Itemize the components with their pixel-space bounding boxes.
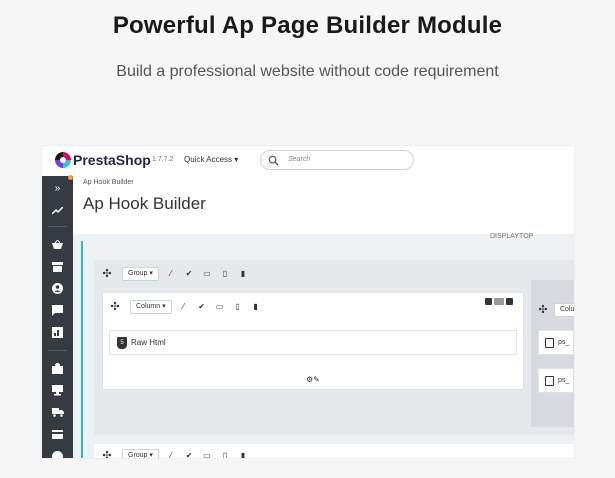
globe-icon[interactable] xyxy=(51,450,64,458)
admin-screenshot: PrestaShop 1.7.7.2 Quick Access ▾ Search… xyxy=(42,146,574,458)
sidebar-divider xyxy=(48,350,67,351)
next-group-toolbar: ✣ Group ▾ ⁄ ✔ ▭ ▯ ▮ xyxy=(100,449,249,458)
group-toolbar: ✣ Group ▾ ⁄ ✔ ▭ ▯ ▮ xyxy=(100,267,249,281)
search-placeholder: Search xyxy=(288,156,311,163)
quick-access-menu[interactable]: Quick Access ▾ xyxy=(184,155,238,164)
prestashop-logo-icon xyxy=(55,152,71,168)
sidebar: » xyxy=(42,176,73,458)
mobile-icon[interactable]: ▮ xyxy=(250,301,262,313)
move-icon[interactable]: ✣ xyxy=(100,267,114,281)
magic-wand-icon[interactable]: ⁄ xyxy=(178,301,190,313)
top-bar: PrestaShop 1.7.7.2 Quick Access ▾ Search xyxy=(42,146,574,176)
messages-icon[interactable] xyxy=(51,304,64,317)
column-width-select[interactable]: Column ▾ xyxy=(130,300,172,314)
sidebar-divider xyxy=(48,226,67,227)
check-icon[interactable]: ✔ xyxy=(196,301,208,313)
move-icon[interactable]: ✣ xyxy=(100,449,114,458)
desktop-icon[interactable]: ▭ xyxy=(201,268,213,280)
tablet-icon[interactable]: ▯ xyxy=(232,301,244,313)
group-width-select[interactable]: Group ▾ xyxy=(122,449,159,458)
tablet-icon[interactable]: ▯ xyxy=(219,268,231,280)
decrease-icon[interactable] xyxy=(485,298,492,305)
search-icon xyxy=(268,155,279,166)
copy-icon xyxy=(545,338,554,348)
store-icon[interactable] xyxy=(51,260,64,273)
puzzle-icon[interactable] xyxy=(51,362,64,375)
hook-name-label: DISPLAYTOP xyxy=(490,233,534,240)
width-indicator-icon xyxy=(494,298,504,305)
side-column-toolbar: ✣ Colu xyxy=(536,303,574,317)
column-settings-icon[interactable]: ⚙✎ xyxy=(306,375,320,384)
hero-title: Powerful Ap Page Builder Module xyxy=(112,12,503,39)
version-label: 1.7.7.2 xyxy=(152,156,174,163)
module-item[interactable]: ps_ xyxy=(538,368,574,393)
check-icon[interactable]: ✔ xyxy=(183,450,195,458)
move-icon[interactable]: ✣ xyxy=(536,303,550,317)
magic-wand-icon[interactable]: ⁄ xyxy=(165,268,177,280)
html5-icon: 5 xyxy=(117,337,127,349)
stats-icon[interactable] xyxy=(51,204,64,217)
module-label: ps_ xyxy=(558,377,570,384)
brand-name: PrestaShop xyxy=(73,152,151,168)
page-title: Ap Hook Builder xyxy=(83,194,206,213)
hook-accent-line xyxy=(81,241,83,458)
expand-menu-icon[interactable]: » xyxy=(51,182,64,195)
chart-icon[interactable] xyxy=(51,326,64,339)
hero-subtitle: Build a professional website without cod… xyxy=(116,63,499,80)
breadcrumb[interactable]: Ap Hook Builder xyxy=(83,179,134,186)
tablet-icon[interactable]: ▯ xyxy=(219,450,231,458)
magic-wand-icon[interactable]: ⁄ xyxy=(165,450,177,458)
column-size-controls[interactable] xyxy=(485,298,513,305)
check-icon[interactable]: ✔ xyxy=(183,268,195,280)
truck-icon[interactable] xyxy=(51,406,64,419)
module-label: ps_ xyxy=(558,339,570,346)
widget-label: Raw Html xyxy=(131,338,166,347)
desktop-icon[interactable]: ▭ xyxy=(214,301,226,313)
monitor-icon[interactable] xyxy=(51,384,64,397)
side-column-select[interactable]: Colu xyxy=(554,303,574,317)
credit-card-icon[interactable] xyxy=(51,428,64,441)
mobile-icon[interactable]: ▮ xyxy=(237,450,249,458)
move-icon[interactable]: ✣ xyxy=(108,300,122,314)
cart-icon[interactable] xyxy=(51,238,64,251)
module-item[interactable]: ps_ xyxy=(538,330,574,355)
group-width-select[interactable]: Group ▾ xyxy=(122,267,159,281)
mobile-icon[interactable]: ▮ xyxy=(237,268,249,280)
notification-badge xyxy=(68,175,73,180)
copy-icon xyxy=(545,376,554,386)
desktop-icon[interactable]: ▭ xyxy=(201,450,213,458)
search-input[interactable]: Search xyxy=(260,150,414,170)
increase-icon[interactable] xyxy=(506,298,513,305)
customer-icon[interactable] xyxy=(51,282,64,295)
column-toolbar: ✣ Column ▾ ⁄ ✔ ▭ ▯ ▮ xyxy=(108,300,262,314)
raw-html-widget[interactable]: 5 Raw Html xyxy=(109,330,517,355)
